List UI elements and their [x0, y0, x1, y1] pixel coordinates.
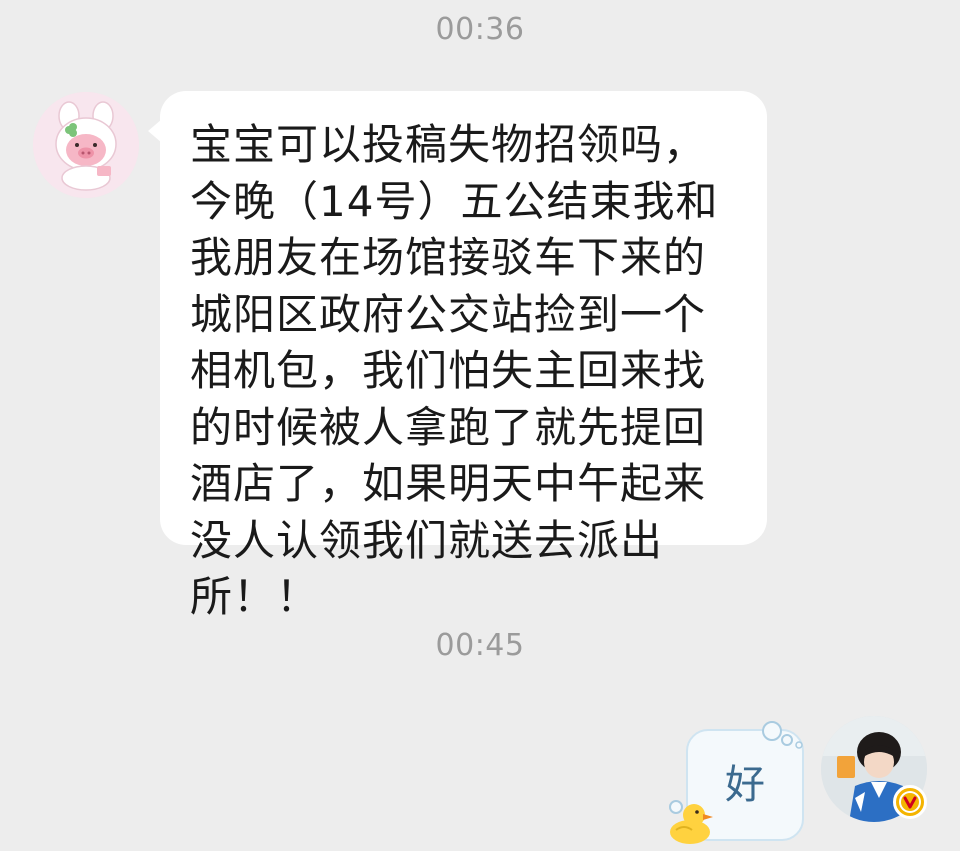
incoming-message-bubble[interactable]: 宝宝可以投稿失物招领吗，今晚（14号）五公结束我和我朋友在场馆接驳车下来的城阳区…: [148, 91, 767, 621]
verified-v-icon: [899, 791, 921, 813]
incoming-avatar[interactable]: [33, 92, 139, 198]
pink-pig-bunny-avatar-icon: [33, 92, 139, 198]
outgoing-message-text: 好: [725, 762, 765, 808]
outgoing-message-bubble[interactable]: 好: [686, 729, 804, 841]
verified-badge: [893, 785, 927, 819]
incoming-message-text: 宝宝可以投稿失物招领吗，今晚（14号）五公结束我和我朋友在场馆接驳车下来的城阳区…: [190, 120, 719, 621]
chat-screen: 00:36 宝宝可以投稿失物招领吗，今晚（14号）五公结束我和我朋友在场馆接驳车…: [0, 0, 960, 851]
message-timestamp: 00:36: [435, 12, 525, 47]
message-timestamp: 00:45: [435, 628, 525, 663]
